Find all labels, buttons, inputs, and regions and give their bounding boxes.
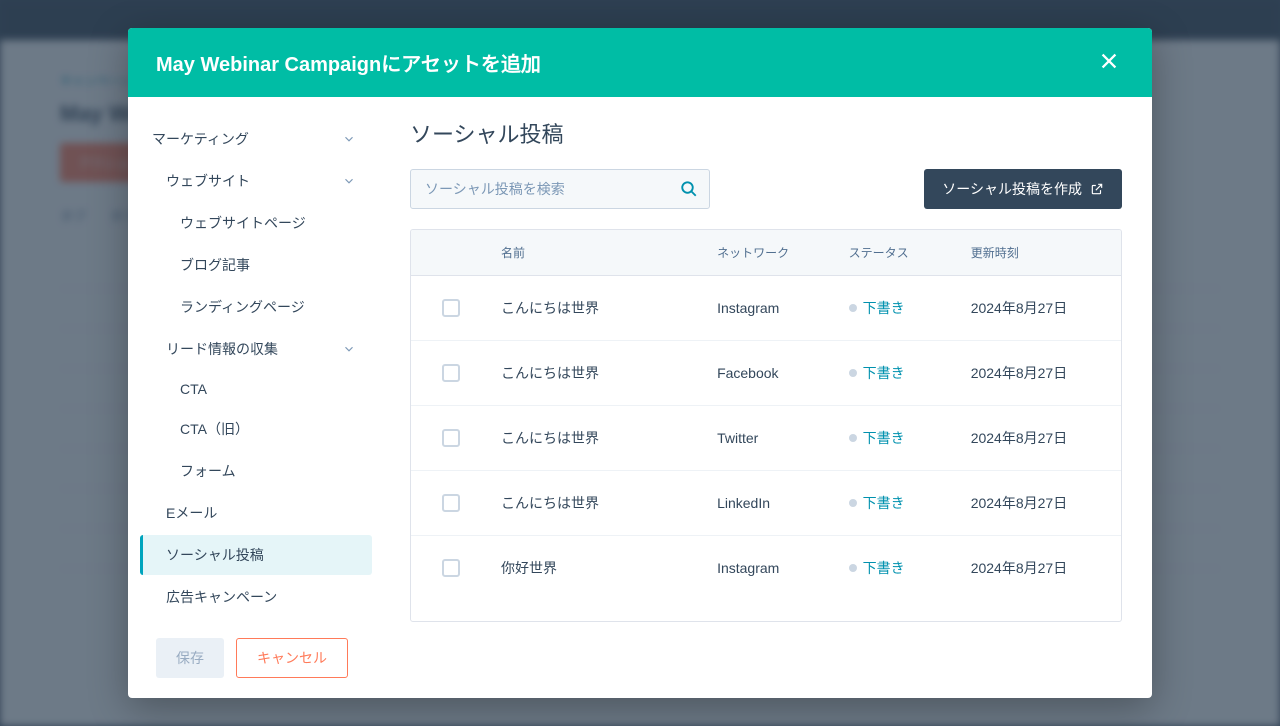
- sidebar-item-label: リード情報の収集: [166, 339, 278, 359]
- content-heading: ソーシャル投稿: [410, 117, 1122, 149]
- sidebar-item-3[interactable]: ブログ記事: [140, 245, 372, 285]
- table-row[interactable]: こんにちは世界Twitter 下書き 2024年8月27日: [411, 406, 1121, 471]
- table-row[interactable]: 你好世界Instagram 下書き 2024年8月27日: [411, 536, 1121, 600]
- cell-network: Facebook: [717, 365, 849, 381]
- cell-network: Instagram: [717, 560, 849, 576]
- save-button[interactable]: 保存: [156, 638, 224, 678]
- col-header-updated: 更新時刻: [971, 244, 1121, 261]
- status-dot-icon: [849, 564, 857, 572]
- create-social-post-button[interactable]: ソーシャル投稿を作成: [924, 169, 1122, 209]
- col-header-name: 名前: [491, 244, 717, 261]
- sidebar-item-5[interactable]: リード情報の収集: [140, 329, 372, 369]
- row-checkbox[interactable]: [442, 494, 460, 512]
- status-badge[interactable]: 下書き: [849, 298, 971, 318]
- cell-updated: 2024年8月27日: [971, 428, 1121, 448]
- status-badge[interactable]: 下書き: [849, 363, 971, 383]
- search-wrap: [410, 169, 710, 209]
- status-badge[interactable]: 下書き: [849, 558, 971, 578]
- status-text: 下書き: [863, 558, 905, 578]
- status-badge[interactable]: 下書き: [849, 493, 971, 513]
- search-input[interactable]: [410, 169, 710, 209]
- table-row[interactable]: こんにちは世界Instagram 下書き 2024年8月27日: [411, 276, 1121, 341]
- row-checkbox[interactable]: [442, 559, 460, 577]
- status-text: 下書き: [863, 428, 905, 448]
- chevron-down-icon: [342, 132, 356, 146]
- sidebar-item-label: 広告キャンペーン: [166, 587, 277, 607]
- cell-name: こんにちは世界: [491, 428, 717, 448]
- status-dot-icon: [849, 304, 857, 312]
- modal-footer: 保存 キャンセル: [128, 622, 1152, 698]
- add-assets-modal: May Webinar Campaignにアセットを追加 マーケティングウェブサ…: [128, 28, 1152, 698]
- search-icon: [680, 180, 698, 198]
- cell-updated: 2024年8月27日: [971, 558, 1121, 578]
- social-posts-table: 名前 ネットワーク ステータス 更新時刻 こんにちは世界Instagram下書き…: [410, 229, 1122, 622]
- sidebar-item-label: CTA（旧）: [180, 419, 249, 439]
- close-button[interactable]: [1094, 46, 1124, 79]
- chevron-down-icon: [342, 342, 356, 356]
- row-checkbox[interactable]: [442, 364, 460, 382]
- external-link-icon: [1090, 182, 1104, 196]
- status-text: 下書き: [863, 298, 905, 318]
- cell-network: Twitter: [717, 430, 849, 446]
- table-row[interactable]: こんにちは世界Facebook 下書き 2024年8月27日: [411, 341, 1121, 406]
- cell-network: Instagram: [717, 300, 849, 316]
- sidebar-item-label: Eメール: [166, 503, 217, 523]
- modal-title: May Webinar Campaignにアセットを追加: [156, 48, 541, 77]
- status-text: 下書き: [863, 493, 905, 513]
- close-icon: [1098, 50, 1120, 72]
- sidebar-item-label: ソーシャル投稿: [166, 545, 264, 565]
- sidebar-item-1[interactable]: ウェブサイト: [140, 161, 372, 201]
- cell-updated: 2024年8月27日: [971, 363, 1121, 383]
- status-text: 下書き: [863, 363, 905, 383]
- col-header-status: ステータス: [849, 244, 971, 261]
- cell-network: LinkedIn: [717, 495, 849, 511]
- create-button-label: ソーシャル投稿を作成: [942, 179, 1082, 199]
- sidebar-item-6[interactable]: CTA: [140, 371, 372, 407]
- sidebar-item-label: ブログ記事: [180, 255, 250, 275]
- cell-name: こんにちは世界: [491, 363, 717, 383]
- cell-name: こんにちは世界: [491, 298, 717, 318]
- row-checkbox[interactable]: [442, 299, 460, 317]
- sidebar-item-8[interactable]: フォーム: [140, 451, 372, 491]
- status-dot-icon: [849, 369, 857, 377]
- cell-name: 你好世界: [491, 558, 717, 578]
- cell-name: こんにちは世界: [491, 493, 717, 513]
- sidebar-item-11[interactable]: 広告キャンペーン: [140, 577, 372, 617]
- sidebar-item-label: マーケティング: [152, 129, 249, 149]
- table-row[interactable]: こんにちは世界LinkedIn 下書き 2024年8月27日: [411, 471, 1121, 536]
- content-panel: ソーシャル投稿 ソーシャル投稿を作成 名前 ネットワーク ステータス 更新時: [380, 97, 1152, 622]
- cell-updated: 2024年8月27日: [971, 298, 1121, 318]
- cancel-button[interactable]: キャンセル: [236, 638, 348, 678]
- sidebar-item-label: ランディングページ: [180, 297, 305, 317]
- cell-updated: 2024年8月27日: [971, 493, 1121, 513]
- row-checkbox[interactable]: [442, 429, 460, 447]
- sidebar-item-10[interactable]: ソーシャル投稿: [140, 535, 372, 575]
- status-badge[interactable]: 下書き: [849, 428, 971, 448]
- status-dot-icon: [849, 434, 857, 442]
- sidebar-item-label: ウェブサイト: [166, 171, 250, 191]
- table-header-row: 名前 ネットワーク ステータス 更新時刻: [411, 230, 1121, 276]
- modal-header: May Webinar Campaignにアセットを追加: [128, 28, 1152, 97]
- sidebar-item-9[interactable]: Eメール: [140, 493, 372, 533]
- sidebar-item-0[interactable]: マーケティング: [140, 119, 372, 159]
- sidebar-item-4[interactable]: ランディングページ: [140, 287, 372, 327]
- status-dot-icon: [849, 499, 857, 507]
- sidebar-item-2[interactable]: ウェブサイトページ: [140, 203, 372, 243]
- sidebar-item-label: フォーム: [180, 461, 236, 481]
- asset-type-sidebar: マーケティングウェブサイトウェブサイトページブログ記事ランディングページリード情…: [128, 97, 380, 622]
- chevron-down-icon: [342, 174, 356, 188]
- sidebar-item-label: CTA: [180, 381, 207, 397]
- col-header-network: ネットワーク: [717, 244, 849, 261]
- sidebar-item-label: ウェブサイトページ: [180, 213, 306, 233]
- content-toolbar: ソーシャル投稿を作成: [410, 169, 1122, 209]
- sidebar-item-7[interactable]: CTA（旧）: [140, 409, 372, 449]
